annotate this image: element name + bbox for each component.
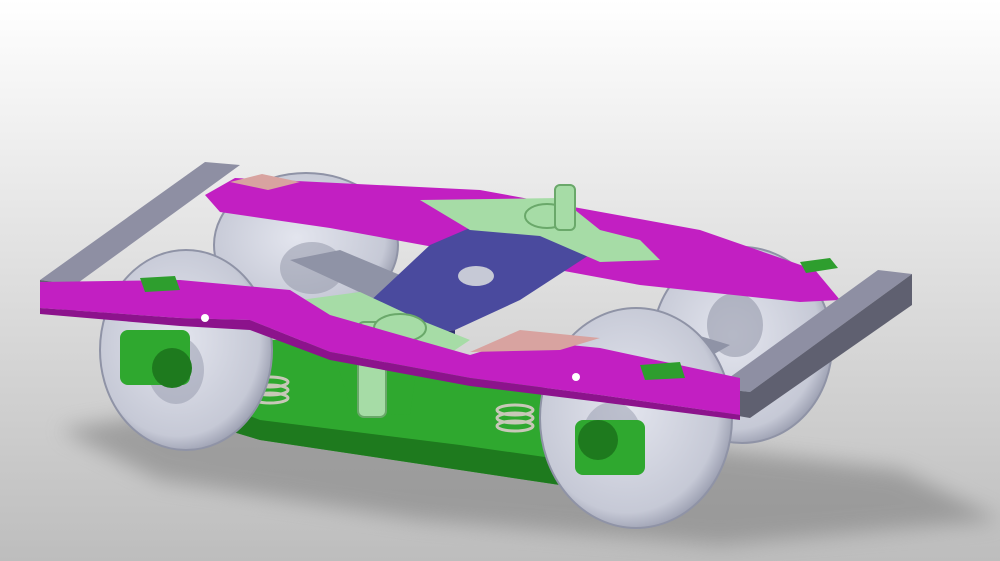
cad-viewport[interactable] <box>0 0 1000 561</box>
bogie-cad-model <box>0 0 1000 561</box>
